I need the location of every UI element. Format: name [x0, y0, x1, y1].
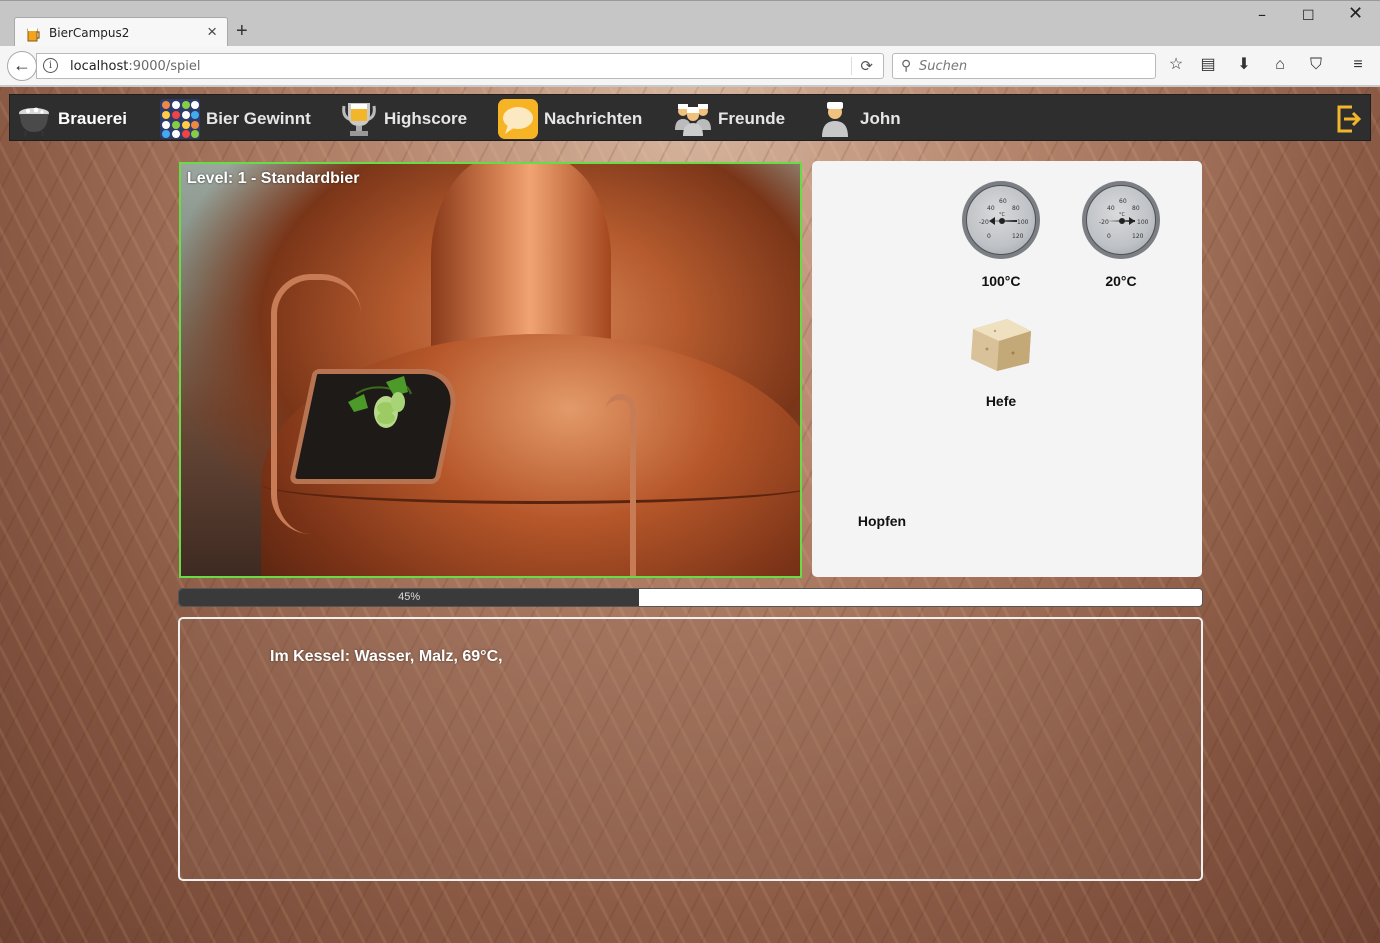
gauge-tick-label: 80 [1012, 205, 1020, 212]
download-icon[interactable]: ⬇ [1234, 55, 1254, 75]
gauge-dial-icon: 40 60 80 -20 100 0 120 °C [979, 198, 1029, 240]
browser-tab[interactable]: BierCampus2 × [14, 17, 228, 49]
gauge-tick-label: 0 [987, 233, 991, 240]
new-tab-icon[interactable]: + [236, 21, 248, 41]
nav-item-brauerei[interactable]: Brauerei [16, 95, 127, 142]
trophy-icon [342, 102, 376, 136]
thermometer-gauge-20[interactable]: 40 60 80 -20 100 0 120 °C [1082, 181, 1160, 259]
nav-item-freunde[interactable]: Freunde [674, 95, 785, 142]
gauge-tick-label: 80 [1132, 205, 1140, 212]
gauge-dial-icon: 40 60 80 -20 100 0 120 °C [1099, 198, 1149, 240]
url-host: localhost [70, 59, 129, 74]
bookmark-star-icon[interactable]: ☆ [1166, 55, 1186, 75]
logout-icon [1337, 105, 1362, 132]
search-placeholder: Suchen [919, 59, 968, 74]
home-icon[interactable]: ⌂ [1270, 55, 1290, 75]
maximize-icon[interactable]: ☐ [1302, 9, 1315, 23]
kettle-status-text: Im Kessel: Wasser, Malz, 69°C, [270, 648, 503, 665]
gauge-face: 40 60 80 -20 100 0 120 °C [966, 185, 1036, 255]
gauge-label-100: 100°C [981, 273, 1021, 289]
close-tab-icon[interactable]: × [207, 23, 217, 40]
speech-bubble-icon [498, 98, 538, 139]
pocket-icon[interactable]: ⛉ [1306, 55, 1326, 75]
hops-icon[interactable] [346, 374, 416, 434]
hops-label: Hopfen [857, 513, 907, 529]
browser-titlebar: BierCampus2 × + – ☐ ✕ [0, 0, 1380, 49]
gauge-tick-label: 120 [1012, 233, 1024, 240]
friends-icon [675, 103, 711, 136]
info-icon[interactable]: i [43, 58, 58, 73]
url-text[interactable]: localhost:9000/spiel [70, 59, 200, 74]
reload-icon[interactable]: ⟳ [851, 57, 873, 75]
gauge-face: 40 60 80 -20 100 0 120 °C [1086, 185, 1156, 255]
gauge-tick-label: 100 [1017, 219, 1029, 226]
gauge-tick-label: -20 [1099, 219, 1109, 226]
reading-list-icon[interactable]: ▤ [1198, 55, 1218, 75]
nav-item-highscore[interactable]: Highscore [340, 95, 467, 142]
minimize-icon[interactable]: – [1258, 7, 1266, 23]
app-navbar: Brauerei Bier Gewinnt Highscore Nachrich… [9, 94, 1371, 141]
user-icon [822, 101, 848, 137]
gauge-tick-label: 0 [1107, 233, 1111, 240]
nav-item-john[interactable]: John [820, 95, 901, 142]
kettle-status-panel: Im Kessel: Wasser, Malz, 69°C, [178, 617, 1203, 881]
yeast-label: Hefe [985, 393, 1017, 409]
gauge-label-20: 20°C [1105, 273, 1137, 289]
beer-favicon-icon [27, 28, 40, 42]
back-button[interactable]: ← [7, 51, 37, 81]
brewing-kettle-icon [19, 107, 49, 136]
menu-icon[interactable]: ≡ [1348, 55, 1368, 75]
yeast-block-icon[interactable] [967, 311, 1035, 373]
search-icon: ⚲ [901, 57, 912, 73]
logout-button[interactable] [1336, 95, 1362, 142]
gauge-tick-label: 60 [1119, 198, 1127, 205]
nav-item-bier-gewinnt[interactable]: Bier Gewinnt [160, 95, 311, 142]
tab-title: BierCampus2 [49, 26, 130, 40]
nav-label: Bier Gewinnt [206, 108, 311, 128]
gauge-unit: °C [999, 212, 1006, 218]
gauge-tick-label: -20 [979, 219, 989, 226]
close-window-icon[interactable]: ✕ [1348, 5, 1363, 23]
search-input[interactable]: ⚲ Suchen [892, 53, 1156, 79]
thermometer-gauge-100[interactable]: 40 60 80 -20 100 0 120 °C [962, 181, 1040, 259]
bottle-grid-icon [160, 98, 200, 139]
url-bar[interactable]: i localhost:9000/spiel ⟳ [36, 53, 884, 79]
url-path: :9000/spiel [128, 59, 201, 74]
back-arrow-icon: ← [13, 55, 31, 75]
gauge-tick-label: 40 [1107, 205, 1115, 212]
kettle-pipe [606, 394, 636, 576]
gauge-tick-label: 40 [987, 205, 995, 212]
gauge-tick-label: 60 [999, 198, 1007, 205]
page-content: Brauerei Bier Gewinnt Highscore Nachrich… [0, 87, 1380, 943]
nav-label: Freunde [718, 108, 786, 128]
nav-label: Highscore [384, 108, 468, 128]
brew-progress-bar: 45% [178, 588, 1203, 607]
nav-item-nachrichten[interactable]: Nachrichten [498, 95, 642, 142]
progress-label: 45% [398, 591, 421, 603]
brew-kettle-scene[interactable]: Level: 1 - Standardbier [179, 162, 802, 578]
tool-panel: 40 60 80 -20 100 0 120 °C 100°C 40 60 80… [812, 161, 1202, 577]
level-label: Level: 1 - Standardbier [187, 170, 360, 187]
nav-label: Brauerei [58, 108, 127, 128]
gauge-unit: °C [1119, 212, 1126, 218]
browser-navbar: i localhost:9000/spiel ⟳ ← ⚲ Suchen ☆ ▤ … [0, 46, 1380, 86]
gauge-tick-label: 100 [1137, 219, 1149, 226]
nav-label: John [860, 108, 901, 128]
nav-label: Nachrichten [544, 108, 643, 128]
gauge-tick-label: 120 [1132, 233, 1144, 240]
